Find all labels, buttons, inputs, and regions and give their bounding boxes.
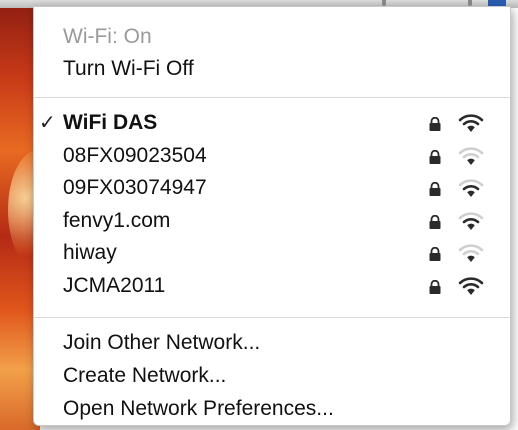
checkmark-icon: ✓ bbox=[39, 112, 56, 134]
network-status-icons bbox=[428, 270, 494, 302]
lock-icon bbox=[429, 279, 441, 294]
network-status-icons bbox=[428, 205, 494, 237]
network-item[interactable]: ✓ WiFi DAS bbox=[34, 107, 510, 139]
wifi-signal-icon bbox=[458, 146, 484, 165]
network-item[interactable]: hiway bbox=[34, 237, 510, 269]
wifi-signal-icon bbox=[458, 179, 484, 197]
network-status-icons bbox=[428, 107, 494, 139]
network-name: 09FX03074947 bbox=[63, 176, 207, 199]
network-status-icons bbox=[428, 172, 494, 204]
network-item[interactable]: 08FX09023504 bbox=[34, 140, 510, 172]
network-name: WiFi DAS bbox=[63, 111, 158, 134]
lock-icon bbox=[429, 247, 441, 261]
create-network-item[interactable]: Create Network... bbox=[34, 360, 510, 392]
network-status-icons bbox=[428, 237, 494, 269]
wifi-signal-icon bbox=[458, 276, 484, 295]
wifi-signal-icon bbox=[458, 114, 484, 132]
separator bbox=[34, 317, 510, 318]
network-name: hiway bbox=[63, 241, 117, 264]
network-name: 08FX09023504 bbox=[63, 143, 207, 167]
lock-icon bbox=[429, 117, 441, 131]
network-item[interactable]: JCMA2011 bbox=[34, 270, 510, 302]
network-item[interactable]: fenvy1.com bbox=[34, 205, 510, 237]
network-item[interactable]: 09FX03074947 bbox=[34, 172, 510, 204]
wifi-dropdown-menu: Wi-Fi: On Turn Wi-Fi Off ✓ WiFi DAS 08FX09… bbox=[33, 6, 511, 426]
lock-icon bbox=[429, 149, 441, 164]
lock-icon bbox=[429, 214, 441, 229]
wifi-status: Wi-Fi: On bbox=[63, 25, 152, 48]
separator bbox=[34, 97, 510, 98]
lock-icon bbox=[429, 182, 441, 196]
network-name: JCMA2011 bbox=[63, 273, 166, 297]
join-other-network-item[interactable]: Join Other Network... bbox=[34, 327, 510, 359]
wifi-signal-icon bbox=[458, 211, 484, 230]
open-network-preferences-item[interactable]: Open Network Preferences... bbox=[34, 393, 510, 425]
turn-wifi-off-item[interactable]: Turn Wi-Fi Off bbox=[34, 53, 510, 85]
network-status-icons bbox=[428, 140, 494, 172]
network-name: fenvy1.com bbox=[63, 208, 171, 232]
wifi-signal-icon bbox=[458, 244, 484, 262]
